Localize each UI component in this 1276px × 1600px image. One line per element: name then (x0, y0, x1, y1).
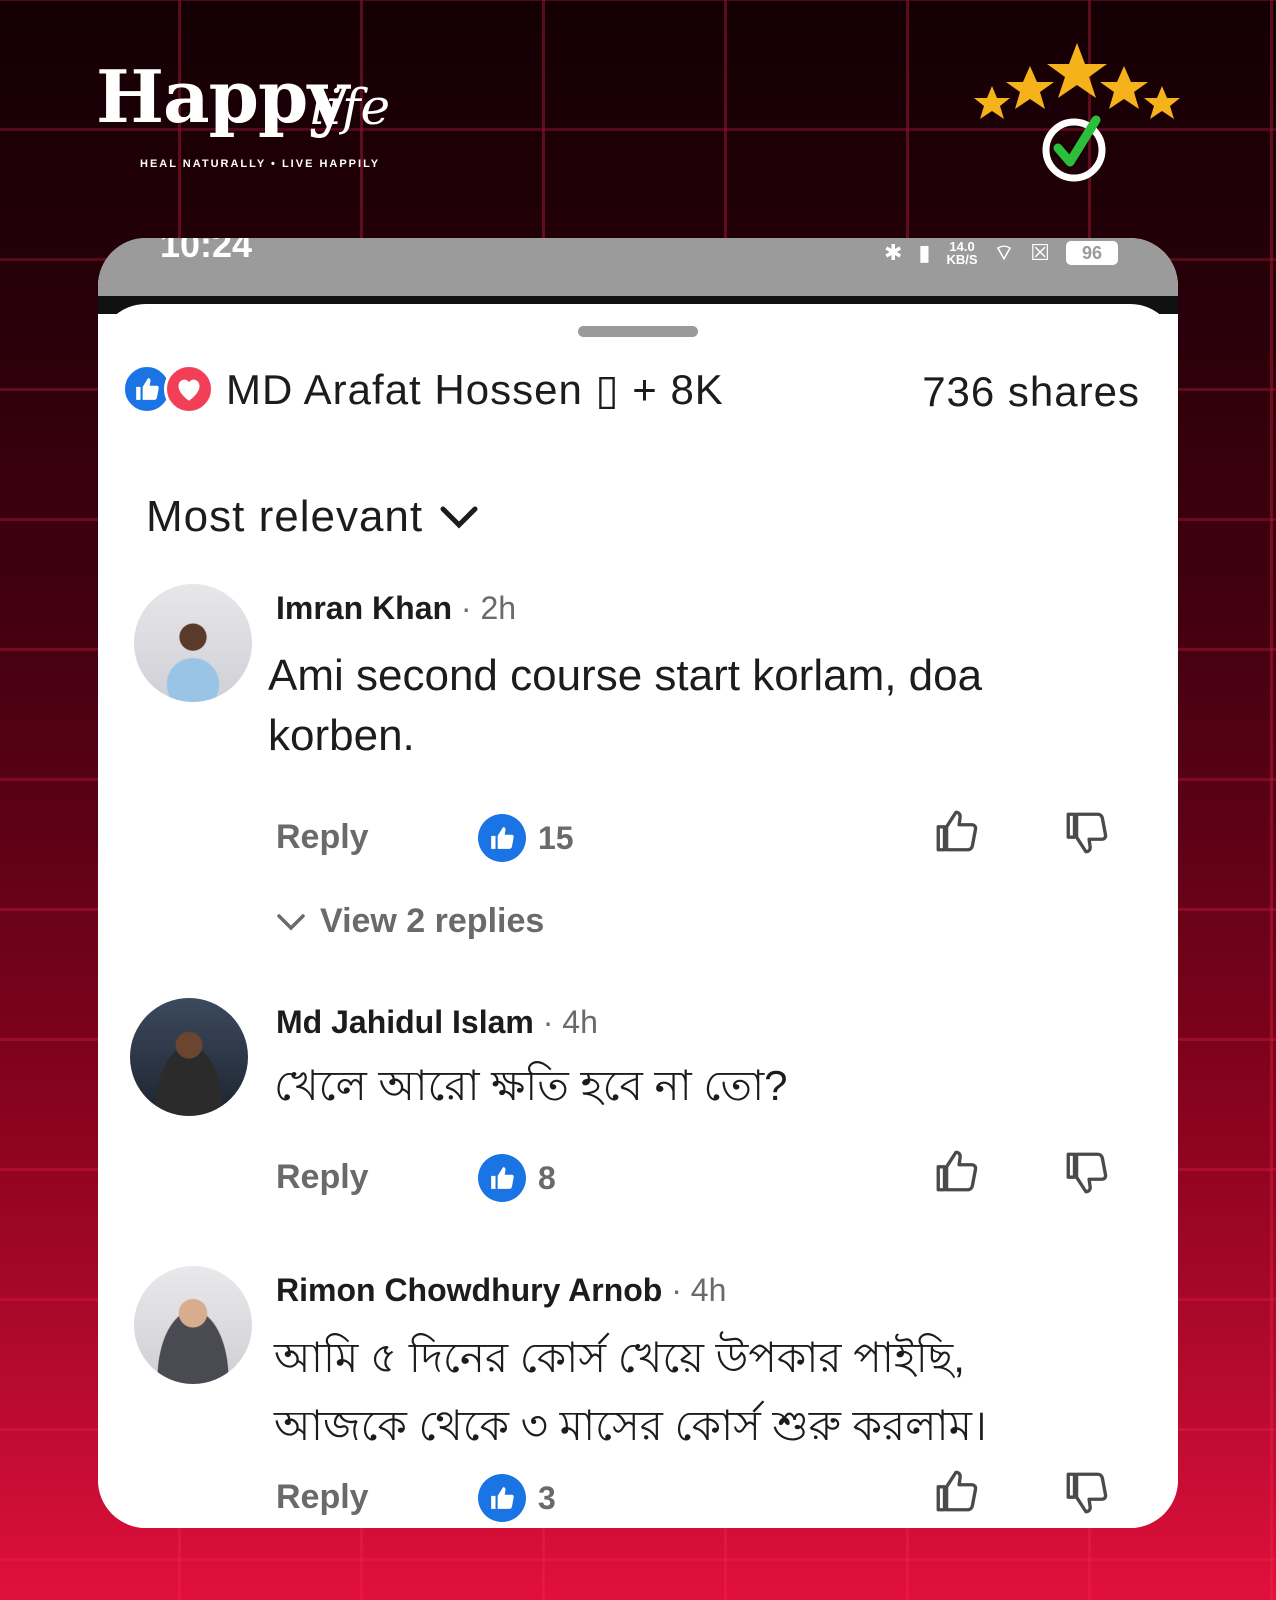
brand-logo: Happy life HEAL NATURALLY • LIVE HAPPILY (96, 48, 436, 178)
vibrate-icon: ▮ (918, 240, 931, 265)
status-bar: 10:24 ✱ ▮ 14.0 KB/S ⌔ ☒ 96 (98, 238, 1178, 296)
avatar[interactable] (130, 998, 248, 1116)
comment-text: আমি ৫ দিনের কোর্স খেয়ে উপকার পাইছি, আজক… (274, 1334, 987, 1449)
like-count: 8 (538, 1159, 556, 1196)
avatar[interactable] (134, 584, 252, 702)
commenter-name[interactable]: Imran Khan (276, 590, 452, 626)
network-speed: 14.0 KB/S (946, 239, 978, 267)
like-count-badge[interactable]: 8 (478, 1154, 556, 1202)
thumb-down-icon[interactable] (1062, 1468, 1112, 1518)
like-icon (478, 1474, 526, 1522)
thumb-up-icon[interactable] (932, 806, 982, 856)
comment-time: · 4h (533, 1004, 598, 1040)
status-time: 10:24 (160, 238, 253, 265)
star-icon (974, 43, 1180, 182)
view-replies-button[interactable]: View 2 replies (276, 902, 544, 941)
phone-screenshot: 10:24 ✱ ▮ 14.0 KB/S ⌔ ☒ 96 MD Arafat Hos… (98, 238, 1178, 1528)
view-replies-label: View 2 replies (320, 902, 545, 940)
love-icon (164, 364, 214, 414)
sim-off-icon: ☒ (1030, 240, 1050, 265)
like-count: 15 (538, 819, 574, 856)
chevron-down-icon (277, 913, 305, 930)
reply-button[interactable]: Reply (276, 818, 369, 857)
wifi-icon: ⌔ (993, 240, 1015, 265)
chevron-down-icon (440, 506, 478, 529)
avatar[interactable] (134, 1266, 252, 1384)
comment-actions: Reply 15 (276, 810, 1136, 874)
thumb-down-icon[interactable] (1062, 808, 1112, 858)
like-count: 3 (538, 1479, 556, 1516)
like-count-badge[interactable]: 15 (478, 814, 574, 862)
like-icon (478, 814, 526, 862)
bluetooth-icon: ✱ (883, 240, 903, 265)
like-icon (478, 1154, 526, 1202)
comment-actions: Reply 8 (276, 1150, 1136, 1214)
reply-button[interactable]: Reply (276, 1478, 369, 1517)
comment-actions: Reply 3 (276, 1470, 1136, 1528)
thumb-down-icon[interactable] (1062, 1148, 1112, 1198)
sort-label: Most relevant (146, 492, 424, 541)
commenter-name[interactable]: Rimon Chowdhury Arnob (276, 1272, 662, 1308)
sort-dropdown[interactable]: Most relevant (146, 492, 479, 542)
status-icons: ✱ ▮ 14.0 KB/S ⌔ ☒ 96 (884, 238, 1118, 268)
thumb-up-icon[interactable] (932, 1466, 982, 1516)
comment-header: Rimon Chowdhury Arnob · 4h (276, 1272, 726, 1309)
comment-header: Md Jahidul Islam · 4h (276, 1004, 598, 1041)
shares-count[interactable]: 736 shares (922, 368, 1140, 416)
like-count-badge[interactable]: 3 (478, 1474, 556, 1522)
comment-header: Imran Khan · 2h (276, 590, 516, 627)
logo-tagline: HEAL NATURALLY • LIVE HAPPILY (140, 158, 381, 170)
reply-button[interactable]: Reply (276, 1158, 369, 1197)
comments-sheet: MD Arafat Hossen ▯ + 8K 736 shares Most … (98, 304, 1178, 1528)
comment-text: খেলে আরো ক্ষতি হবে না তো? (274, 1062, 788, 1109)
comment-time: · 2h (452, 590, 517, 626)
commenter-name[interactable]: Md Jahidul Islam (276, 1004, 534, 1040)
sheet-drag-handle[interactable] (578, 326, 698, 337)
reaction-summary[interactable]: MD Arafat Hossen ▯ + 8K (122, 364, 724, 414)
battery-indicator: 96 (1066, 241, 1118, 265)
comment-text: Ami second course start korlam, doa korb… (268, 651, 983, 760)
comment-time: · 4h (662, 1272, 727, 1308)
thumb-up-icon[interactable] (932, 1146, 982, 1196)
reactors-text: MD Arafat Hossen ▯ + 8K (226, 365, 724, 413)
rating-badge (972, 38, 1182, 188)
logo-script: life (310, 78, 391, 136)
